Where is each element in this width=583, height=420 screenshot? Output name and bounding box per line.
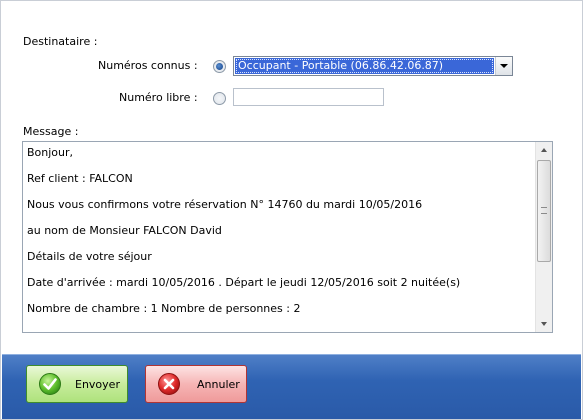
send-button[interactable]: Envoyer bbox=[26, 365, 128, 403]
message-label: Message : bbox=[23, 125, 79, 138]
known-numbers-radio[interactable] bbox=[213, 60, 226, 73]
message-line: Date d'arrivée : mardi 10/05/2016 . Dépa… bbox=[27, 276, 461, 289]
free-number-label: Numéro libre : bbox=[119, 91, 198, 104]
scroll-up-arrow-icon[interactable] bbox=[536, 142, 552, 158]
close-icon bbox=[158, 373, 180, 395]
cancel-button[interactable]: Annuler bbox=[145, 365, 247, 403]
known-numbers-selected-value: Occupant - Portable (06.86.42.06.87) bbox=[235, 58, 494, 74]
cancel-button-label: Annuler bbox=[197, 378, 240, 391]
known-numbers-dropdown[interactable]: Occupant - Portable (06.86.42.06.87) bbox=[233, 56, 513, 76]
free-number-input[interactable] bbox=[233, 88, 384, 106]
scroll-thumb[interactable] bbox=[537, 160, 551, 262]
button-bar: Envoyer Annuler bbox=[2, 354, 581, 419]
sms-dialog: Destinataire : Numéros connus : Occupant… bbox=[0, 0, 583, 420]
message-line: au nom de Monsieur FALCON David bbox=[27, 224, 222, 237]
message-line: Nombre de chambre : 1 Nombre de personne… bbox=[27, 302, 301, 315]
message-line: Bonjour, bbox=[27, 146, 74, 159]
message-line: Nous vous confirmons votre réservation N… bbox=[27, 198, 423, 211]
message-scrollbar[interactable] bbox=[535, 142, 552, 332]
chevron-down-icon[interactable] bbox=[495, 57, 512, 75]
message-line: Ref client : FALCON bbox=[27, 172, 133, 185]
free-number-radio[interactable] bbox=[213, 92, 226, 105]
check-icon bbox=[39, 373, 61, 395]
message-line: Détails de votre séjour bbox=[27, 250, 152, 263]
known-numbers-label: Numéros connus : bbox=[98, 59, 198, 72]
scroll-down-arrow-icon[interactable] bbox=[536, 316, 552, 332]
destinataire-label: Destinataire : bbox=[23, 35, 98, 48]
send-button-label: Envoyer bbox=[75, 378, 120, 391]
message-textarea[interactable]: Bonjour, Ref client : FALCON Nous vous c… bbox=[22, 141, 553, 333]
